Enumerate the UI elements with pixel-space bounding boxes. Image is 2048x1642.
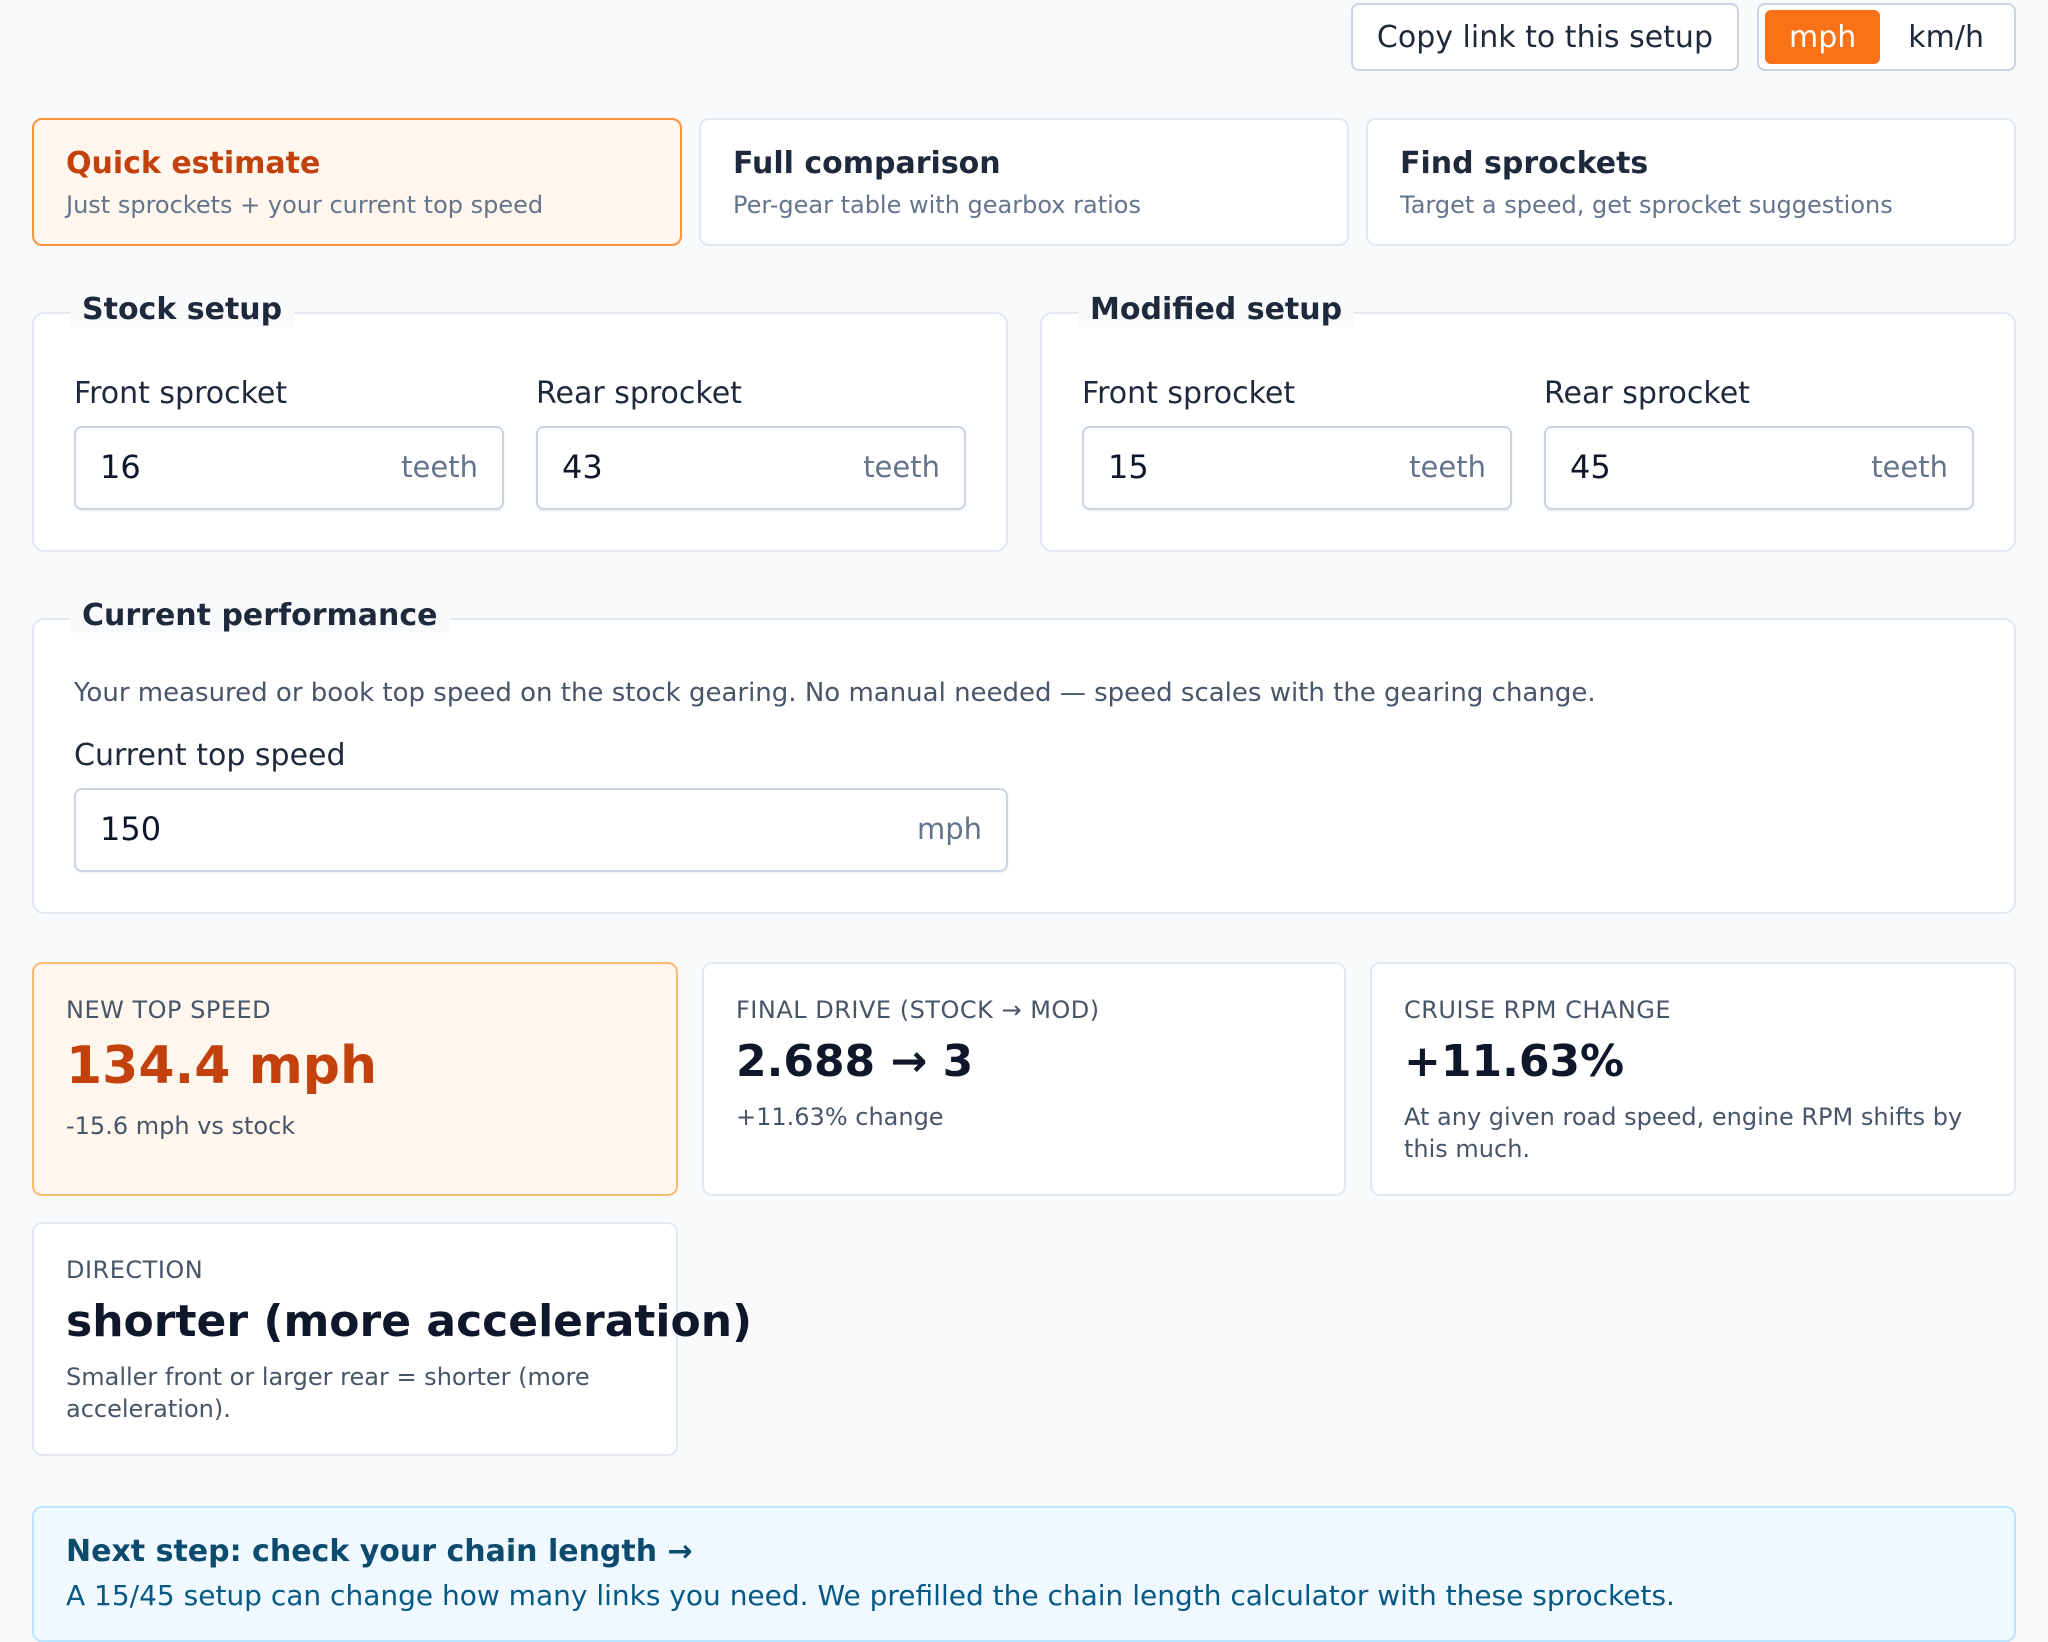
- input-unit: teeth: [1409, 450, 1486, 484]
- mode-description: Per-gear table with gearbox ratios: [733, 191, 1141, 219]
- card-label: Cruise RPM change: [1404, 996, 1672, 1024]
- mode-description: Target a speed, get sprocket suggestions: [1400, 191, 1893, 219]
- mode-description: Just sprockets + your current top speed: [66, 191, 544, 219]
- modified-front-input[interactable]: 15 teeth: [1082, 426, 1512, 510]
- stock-setup-panel: Stock setup Front sprocket 16 teeth Rear…: [32, 292, 1008, 552]
- new-top-speed-card: New top speed 134.4 mph -15.6 mph vs sto…: [32, 962, 678, 1196]
- input-unit: teeth: [863, 450, 940, 484]
- direction-card: Direction shorter (more acceleration) Sm…: [32, 1222, 753, 1456]
- unit-option-mph[interactable]: mph: [1765, 10, 1881, 64]
- stock-setup-legend: Stock setup: [70, 292, 295, 327]
- stock-rear-input[interactable]: 43 teeth: [536, 426, 966, 510]
- mode-title: Quick estimate: [66, 146, 321, 181]
- card-label: New top speed: [66, 996, 272, 1024]
- input-value: 150: [100, 810, 162, 848]
- callout-title-link[interactable]: Next step: check your chain length →: [66, 1534, 1982, 1569]
- current-top-speed-input[interactable]: 150 mph: [74, 788, 1008, 872]
- card-subtext: -15.6 mph vs stock: [66, 1112, 296, 1140]
- unit-option-kmh[interactable]: km/h: [1884, 10, 2008, 64]
- input-unit: mph: [916, 812, 982, 846]
- stock-rear-label: Rear sprocket: [536, 376, 742, 411]
- final-drive-value: 2.688 → 3: [736, 1036, 974, 1087]
- mode-title: Find sprockets: [1400, 146, 1649, 181]
- card-subtext: Smaller front or larger rear = shorter (…: [66, 1363, 590, 1423]
- mode-title: Full comparison: [733, 146, 1001, 181]
- input-value: 45: [1570, 448, 1611, 486]
- new-top-speed-value: 134.4 mph: [66, 1036, 378, 1096]
- card-label: Direction: [66, 1256, 204, 1284]
- input-unit: teeth: [1871, 450, 1948, 484]
- performance-help-text: Your measured or book top speed on the s…: [74, 678, 1596, 708]
- direction-value: shorter (more acceleration): [66, 1296, 753, 1347]
- chain-length-callout[interactable]: Next step: check your chain length → A 1…: [32, 1506, 2016, 1642]
- callout-text: A 15/45 setup can change how many links …: [66, 1579, 1675, 1612]
- cruise-rpm-card: Cruise RPM change +11.63% At any given r…: [1370, 962, 2016, 1196]
- current-performance-panel: Current performance Your measured or boo…: [32, 598, 2016, 914]
- toolbar: Copy link to this setup mph km/h: [1350, 3, 2016, 71]
- card-label: Final drive (stock → mod): [736, 996, 1100, 1024]
- input-value: 43: [562, 448, 603, 486]
- input-value: 15: [1108, 448, 1149, 486]
- copy-link-button[interactable]: Copy link to this setup: [1350, 3, 1739, 71]
- input-unit: teeth: [401, 450, 478, 484]
- mode-selector: Quick estimate Just sprockets + your cur…: [32, 118, 2016, 246]
- current-performance-legend: Current performance: [70, 598, 450, 633]
- mode-find-sprockets[interactable]: Find sprockets Target a speed, get sproc…: [1366, 118, 2016, 246]
- unit-toggle: mph km/h: [1757, 3, 2016, 71]
- current-top-speed-label: Current top speed: [74, 738, 346, 773]
- modified-front-label: Front sprocket: [1082, 376, 1296, 411]
- final-drive-card: Final drive (stock → mod) 2.688 → 3 +11.…: [702, 962, 1346, 1196]
- modified-setup-legend: Modified setup: [1078, 292, 1355, 327]
- gearing-calculator-page: Copy link to this setup mph km/h Quick e…: [0, 0, 2048, 1642]
- card-subtext: At any given road speed, engine RPM shif…: [1404, 1103, 1963, 1163]
- card-subtext: +11.63% change: [736, 1103, 944, 1131]
- mode-quick-estimate[interactable]: Quick estimate Just sprockets + your cur…: [32, 118, 682, 246]
- modified-setup-panel: Modified setup Front sprocket 15 teeth R…: [1040, 292, 2016, 552]
- modified-rear-input[interactable]: 45 teeth: [1544, 426, 1974, 510]
- stock-front-label: Front sprocket: [74, 376, 288, 411]
- input-value: 16: [100, 448, 141, 486]
- modified-rear-label: Rear sprocket: [1544, 376, 1750, 411]
- stock-front-input[interactable]: 16 teeth: [74, 426, 504, 510]
- cruise-rpm-value: +11.63%: [1404, 1036, 1625, 1087]
- mode-full-comparison[interactable]: Full comparison Per-gear table with gear…: [699, 118, 1349, 246]
